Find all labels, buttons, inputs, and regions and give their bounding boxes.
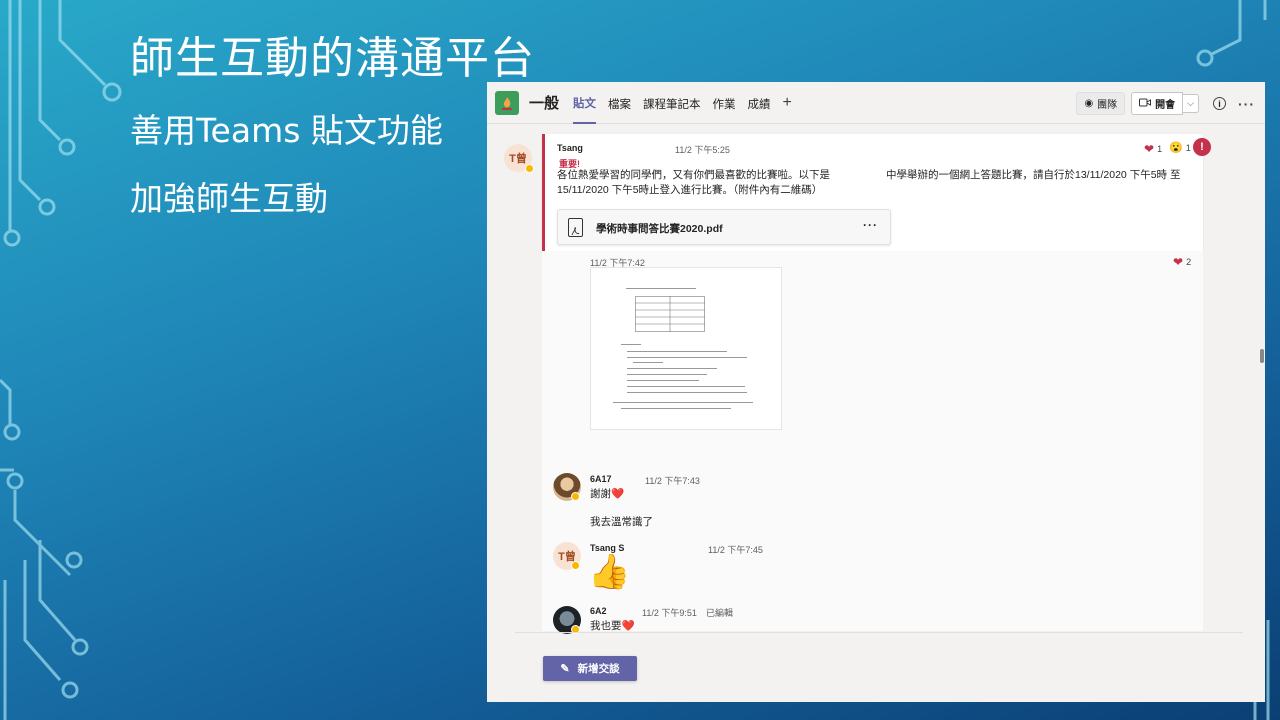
attachment-more-icon[interactable]: ··· (863, 218, 878, 232)
reply-text: 謝謝❤️ (590, 488, 625, 500)
post-text-line1b: 中學舉辦的一個網上答題比賽，請自行於13/11/2020 下午5時 至 (886, 169, 1181, 181)
meet-button-label: 開會 (1155, 100, 1176, 111)
reaction-count: 1 (1185, 142, 1191, 153)
video-camera-icon (1139, 98, 1152, 110)
status-indicator (571, 492, 580, 501)
slide-title: 師生互動的溝通平台 (130, 33, 535, 84)
tab-class-notebook[interactable]: 課程筆記本 (643, 83, 701, 123)
meet-dropdown-chevron-icon[interactable]: ⌵ (1183, 94, 1199, 113)
slide-bullet-1: 善用Teams 貼文功能 (130, 111, 443, 150)
eye-icon: ◉ (1084, 98, 1094, 109)
divider (515, 632, 1243, 633)
tab-grades[interactable]: 成績 (748, 83, 771, 123)
team-button[interactable]: ◉ 團隊 (1076, 92, 1126, 115)
meet-button[interactable]: 開會 (1131, 92, 1184, 115)
reaction-count: 1 (1157, 144, 1163, 154)
thumbs-up-icon: 👍 (588, 553, 631, 591)
important-post: Tsang 11/2 下午5:25 重要! 各位熱愛學習的同學們，又有你們最喜歡… (542, 134, 1203, 251)
status-indicator (571, 561, 580, 570)
surprised-emoji-icon: 😮 (1169, 142, 1183, 154)
add-tab-button[interactable]: + (783, 94, 792, 112)
channel-header: 一般 貼文 檔案 課程筆記本 作業 成績 + ◉ 團隊 開會 ⌵ i ··· (487, 82, 1265, 124)
status-indicator (525, 164, 534, 173)
reply-time: 11/2 下午9:51 (642, 608, 697, 618)
reaction-heart[interactable]: ❤ 2 (1173, 255, 1191, 269)
reply-time: 11/2 下午7:45 (708, 545, 763, 555)
reply-author[interactable]: 6A17 (590, 474, 612, 484)
channel-name: 一般 (529, 95, 560, 112)
new-conversation-button[interactable]: ✎ 新增交談 (543, 656, 637, 681)
edited-label: 已編輯 (706, 608, 734, 618)
attachment-name[interactable]: 學術時事問答比賽2020.pdf (596, 221, 723, 236)
info-icon[interactable]: i (1213, 97, 1226, 110)
teams-screenshot: 一般 貼文 檔案 課程筆記本 作業 成績 + ◉ 團隊 開會 ⌵ i ··· T… (487, 82, 1265, 702)
post-text-line1a: 各位熱愛學習的同學們，又有你們最喜歡的比賽啦。以下是 (557, 169, 830, 181)
scrollbar[interactable] (1260, 349, 1264, 363)
reaction-count: 2 (1186, 257, 1192, 267)
channel-icon[interactable] (495, 90, 519, 115)
heart-icon: ❤ (1173, 255, 1184, 269)
more-options-icon[interactable]: ··· (1238, 96, 1255, 112)
reaction-surprised[interactable]: 😮 1 (1169, 141, 1191, 154)
tab-posts[interactable]: 貼文 (573, 82, 597, 124)
reply-text: 我去溫常識了 (590, 516, 653, 528)
compose-icon: ✎ (560, 663, 570, 675)
reaction-heart[interactable]: ❤ 1 (1144, 142, 1162, 156)
post-text-line2: 15/11/2020 下午5時止登入進行比賽。（附件內有二維碼） (557, 184, 823, 196)
post-time: 11/2 下午5:25 (675, 145, 730, 155)
important-badge-icon: ! (1193, 138, 1211, 156)
post-author[interactable]: Tsang (557, 143, 583, 153)
reply-author[interactable]: 6A2 (590, 606, 607, 616)
file-attachment[interactable]: 學術時事問答比賽2020.pdf ··· (557, 209, 891, 245)
new-conversation-label: 新增交談 (577, 663, 620, 675)
team-button-label: 團隊 (1097, 100, 1118, 111)
tab-files[interactable]: 檔案 (608, 83, 631, 123)
pdf-file-icon (568, 218, 583, 237)
slide-bullet-2: 加強師生互動 (130, 179, 328, 218)
conversation-feed: T曾 Tsang 11/2 下午5:25 重要! 各位熱愛學習的同學們，又有你們… (487, 124, 1265, 702)
tab-assignments[interactable]: 作業 (713, 83, 736, 123)
heart-icon: ❤ (1144, 142, 1155, 156)
reply-time: 11/2 下午7:43 (645, 476, 700, 486)
shared-document-image[interactable] (590, 267, 782, 430)
